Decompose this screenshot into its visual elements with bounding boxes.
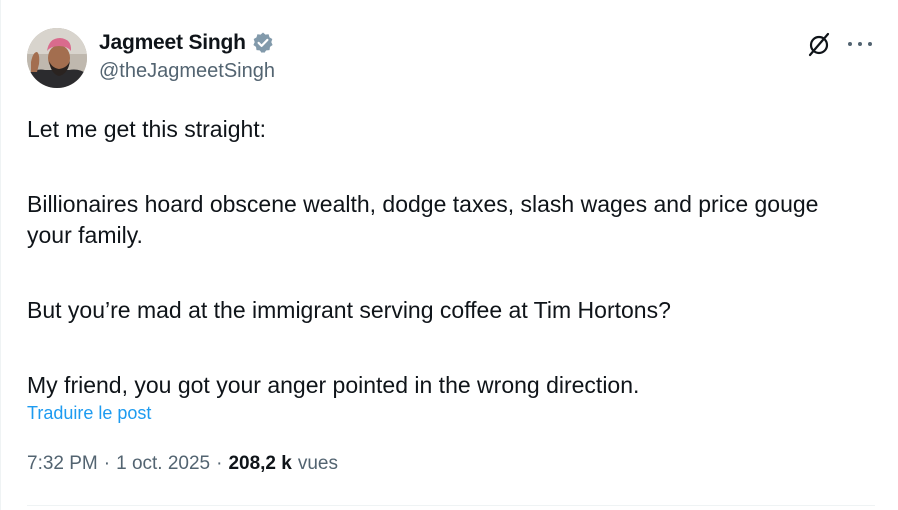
- author-name-row: Jagmeet Singh: [99, 29, 275, 57]
- avatar-photo: [27, 28, 87, 88]
- post-line: Let me get this straight:: [27, 116, 267, 142]
- meta-separator: ·: [216, 453, 223, 474]
- author-handle[interactable]: @theJagmeetSingh: [99, 60, 275, 83]
- post-date[interactable]: 1 oct. 2025: [116, 453, 210, 475]
- more-dot: [868, 42, 872, 46]
- translate-post-link[interactable]: Traduire le post: [27, 403, 151, 424]
- post-meta: 7:32 PM · 1 oct. 2025 · 208,2 k vues: [27, 453, 338, 475]
- more-dot: [858, 42, 862, 46]
- author-name[interactable]: Jagmeet Singh: [99, 31, 246, 55]
- post-time[interactable]: 7:32 PM: [27, 453, 98, 475]
- more-horizontal-icon[interactable]: [848, 34, 872, 54]
- more-dot: [848, 42, 852, 46]
- divider: [27, 505, 875, 506]
- views-count: 208,2 k: [228, 453, 292, 474]
- card-border: [0, 0, 1, 510]
- verified-badge-icon[interactable]: [251, 31, 275, 55]
- post-line: My friend, you got your anger pointed in…: [27, 372, 640, 398]
- post-text: Let me get this straight: Billionaires h…: [27, 114, 862, 401]
- views-label: vues: [297, 453, 338, 474]
- meta-separator: ·: [103, 453, 111, 474]
- tweet-card: Jagmeet Singh @theJagmeetSingh Let me ge…: [0, 0, 898, 510]
- grok-slash-circle-icon[interactable]: [806, 31, 832, 57]
- post-line: Billionaires hoard obscene wealth, dodge…: [27, 191, 819, 248]
- avatar[interactable]: [27, 28, 87, 88]
- post-line: But you’re mad at the immigrant serving …: [27, 297, 671, 323]
